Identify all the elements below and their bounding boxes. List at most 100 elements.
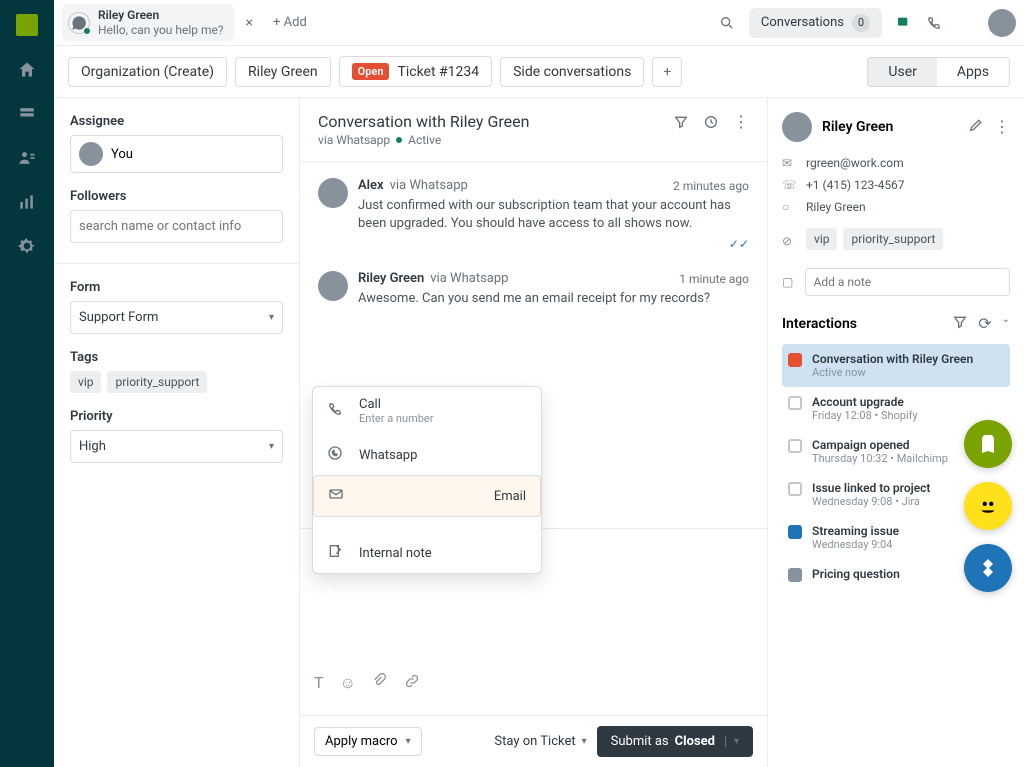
- phone-icon[interactable]: [926, 15, 942, 31]
- tags-label: Tags: [70, 350, 283, 365]
- conversation-title: Conversation with Riley Green: [318, 112, 529, 131]
- emoji-icon[interactable]: ☺: [340, 673, 356, 693]
- note-icon: [327, 543, 347, 563]
- add-note-input[interactable]: [805, 268, 1011, 296]
- tab-user[interactable]: Riley Green: [235, 57, 331, 87]
- integration-fabs: [964, 420, 1012, 592]
- more-icon[interactable]: ⋮: [733, 112, 749, 131]
- message-avatar: [318, 271, 348, 301]
- customers-icon[interactable]: [17, 148, 37, 168]
- tag[interactable]: vip: [70, 371, 101, 393]
- jira-fab[interactable]: [964, 544, 1012, 592]
- tag-icon: ⊘: [782, 234, 796, 248]
- phone-icon: [327, 401, 347, 421]
- submit-button[interactable]: Submit as Closed▾: [597, 726, 753, 757]
- form-select[interactable]: Support Form▾: [70, 301, 283, 334]
- mailchimp-fab[interactable]: [964, 482, 1012, 530]
- followers-input[interactable]: [70, 210, 283, 243]
- conversation-panel: Conversation with Riley Green via Whatsa…: [300, 98, 768, 767]
- close-tab-icon[interactable]: ×: [242, 15, 257, 31]
- sidebar-nav: [0, 0, 54, 767]
- whatsapp-icon: [68, 12, 90, 34]
- chat-icon[interactable]: [896, 15, 912, 31]
- history-icon[interactable]: [703, 112, 719, 131]
- email-icon: ✉: [782, 156, 796, 170]
- status-icon: [788, 353, 802, 367]
- status-icon: [788, 439, 802, 453]
- assignee-label: Assignee: [70, 114, 283, 129]
- email-icon: [328, 486, 348, 506]
- more-icon[interactable]: ⋮: [994, 117, 1010, 137]
- interaction-item[interactable]: Conversation with Riley GreenActive now: [782, 344, 1010, 387]
- views-icon[interactable]: [17, 104, 37, 124]
- priority-select[interactable]: High▾: [70, 430, 283, 463]
- whatsapp-icon: [327, 445, 347, 465]
- chevron-down-icon[interactable]: ▾: [725, 736, 739, 747]
- search-icon[interactable]: [719, 15, 735, 31]
- apps-grid-icon[interactable]: [956, 14, 974, 32]
- chevron-down-icon: ▾: [582, 736, 587, 747]
- open-badge: Open: [352, 63, 390, 80]
- tab-side-conversations[interactable]: Side conversations: [500, 57, 644, 87]
- seg-apps[interactable]: Apps: [937, 58, 1009, 86]
- attachment-icon[interactable]: [372, 673, 388, 693]
- assignee-value: You: [111, 147, 133, 162]
- link-icon[interactable]: [404, 673, 420, 693]
- customer-avatar: [782, 112, 812, 142]
- note-icon: ▢: [782, 275, 795, 289]
- status-icon: [788, 482, 802, 496]
- home-icon[interactable]: [17, 60, 37, 80]
- whatsapp-icon: ○: [782, 200, 796, 214]
- message: Riley Greenvia Whatsapp1 minute ago Awes…: [318, 271, 749, 308]
- chevron-down-icon: ▾: [269, 441, 274, 452]
- tab-subtitle: Hello, can you help me?: [98, 23, 224, 37]
- tag[interactable]: priority_support: [107, 371, 207, 393]
- tag: priority_support: [843, 228, 943, 250]
- channel-internal-note[interactable]: Internal note: [313, 533, 541, 573]
- message-avatar: [318, 178, 348, 208]
- reports-icon[interactable]: [17, 192, 37, 212]
- channel-email[interactable]: Email: [313, 475, 541, 517]
- topbar: Riley Green Hello, can you help me? × + …: [54, 0, 1024, 46]
- channel-whatsapp[interactable]: Whatsapp: [313, 435, 541, 475]
- assignee-avatar: [79, 142, 103, 166]
- message: Alexvia Whatsapp2 minutes ago Just confi…: [318, 178, 749, 251]
- conversations-button[interactable]: Conversations 0: [749, 8, 882, 38]
- status-icon: [788, 525, 802, 539]
- conversation-via: via Whatsapp: [318, 133, 390, 147]
- footer: Apply macro▾ Stay on Ticket▾ Submit as C…: [300, 715, 767, 767]
- active-tab-chip[interactable]: Riley Green Hello, can you help me?: [62, 4, 234, 41]
- assignee-select[interactable]: You: [70, 135, 283, 173]
- conversation-status: Active: [408, 133, 441, 147]
- text-format-icon[interactable]: T: [314, 673, 324, 693]
- add-tab-plus[interactable]: +: [652, 57, 682, 87]
- tag: vip: [806, 228, 837, 250]
- ticket-fields-panel: Assignee You Followers Form Support Form…: [54, 98, 300, 767]
- add-tab-button[interactable]: + Add: [265, 11, 315, 34]
- conversations-count: 0: [852, 14, 870, 32]
- chevron-down-icon: ▾: [406, 736, 411, 747]
- filter-icon[interactable]: [673, 112, 689, 131]
- phone-icon: ☏: [782, 178, 796, 192]
- read-check-icon: ✓✓: [729, 237, 749, 251]
- status-icon: [788, 396, 802, 410]
- tab-ticket[interactable]: Open Ticket #1234: [339, 56, 492, 87]
- tabs-row: Organization (Create) Riley Green Open T…: [54, 46, 1024, 98]
- channel-menu: CallEnter a number Whatsapp Email Intern…: [312, 386, 542, 574]
- divider: [54, 263, 299, 264]
- priority-label: Priority: [70, 409, 283, 424]
- form-label: Form: [70, 280, 283, 295]
- edit-icon[interactable]: [968, 117, 984, 137]
- apply-macro-button[interactable]: Apply macro▾: [314, 727, 422, 756]
- shopify-fab[interactable]: [964, 420, 1012, 468]
- followers-label: Followers: [70, 189, 283, 204]
- channel-call[interactable]: CallEnter a number: [313, 387, 541, 435]
- stay-on-ticket-select[interactable]: Stay on Ticket▾: [494, 734, 586, 749]
- refresh-icon[interactable]: ⟳: [978, 314, 991, 334]
- user-avatar[interactable]: [988, 9, 1016, 37]
- tab-organization[interactable]: Organization (Create): [68, 57, 227, 87]
- seg-user[interactable]: User: [868, 58, 936, 86]
- filter-icon[interactable]: [952, 314, 968, 334]
- chevron-down-icon[interactable]: ⌄: [1002, 314, 1010, 334]
- settings-icon[interactable]: [17, 236, 37, 256]
